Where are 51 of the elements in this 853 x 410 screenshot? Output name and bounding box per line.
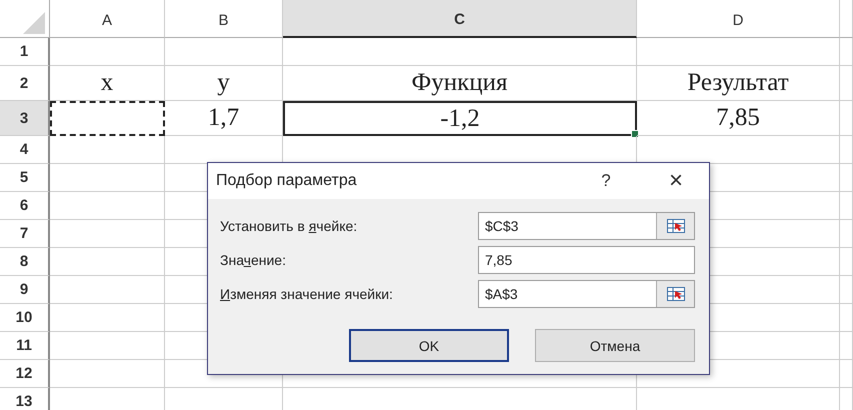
input-field[interactable]: $C$3 — [478, 212, 695, 240]
fill-handle[interactable] — [631, 130, 639, 138]
row-header[interactable]: 4 — [0, 136, 50, 164]
row-header[interactable]: 10 — [0, 304, 50, 332]
column-header[interactable]: B — [165, 0, 283, 38]
help-button[interactable]: ? — [591, 171, 621, 191]
field-label: Изменяя значение ячейки: — [220, 286, 394, 302]
close-button[interactable]: × — [661, 167, 691, 195]
row-header[interactable]: 8 — [0, 248, 50, 276]
collapse-dialog-button[interactable] — [656, 281, 694, 307]
table-cell: x — [50, 66, 165, 101]
table-cell — [840, 101, 853, 136]
table-cell — [840, 304, 853, 332]
row-header[interactable]: 11 — [0, 332, 50, 360]
table-cell: y — [165, 66, 283, 101]
row-header[interactable]: 3 — [0, 101, 50, 136]
table-cell — [840, 360, 853, 388]
table-cell: -1,2 — [283, 101, 637, 136]
collapse-dialog-button[interactable] — [656, 213, 694, 239]
table-icon — [666, 219, 684, 233]
row-header[interactable]: 6 — [0, 192, 50, 220]
table-cell — [840, 164, 853, 192]
column-header[interactable]: C — [283, 0, 637, 38]
table-cell — [840, 38, 853, 66]
table-cell — [840, 66, 853, 101]
input-field[interactable]: $A$3 — [478, 280, 695, 308]
column-header[interactable]: A — [50, 0, 165, 38]
dialog-button[interactable]: Отмена — [535, 329, 695, 362]
table-cell — [840, 136, 853, 164]
field-label: Установить в ячейке: — [220, 218, 358, 234]
field-label: Значение: — [220, 252, 287, 268]
table-cell: Результат — [637, 66, 840, 101]
table-cell: 1,7 — [165, 101, 283, 136]
table-cell — [840, 192, 853, 220]
row-header[interactable]: 5 — [0, 164, 50, 192]
table-cell — [840, 248, 853, 276]
table-cell — [840, 332, 853, 360]
row-header[interactable]: 9 — [0, 276, 50, 304]
table-cell: Функция — [283, 66, 637, 101]
column-header[interactable]: D — [637, 0, 840, 38]
row-header[interactable]: 12 — [0, 360, 50, 388]
row-header[interactable]: 1 — [0, 38, 50, 66]
table-cell — [840, 220, 853, 248]
dialog-button[interactable]: OK — [349, 329, 509, 362]
row-header[interactable]: 13 — [0, 388, 50, 410]
dialog-title: Подбор параметра — [216, 172, 358, 190]
table-cell — [840, 276, 853, 304]
row-header[interactable]: 7 — [0, 220, 50, 248]
table-cell: 7,85 — [637, 101, 840, 136]
input-field[interactable]: 7,85 — [478, 246, 695, 274]
table-icon — [666, 287, 684, 301]
